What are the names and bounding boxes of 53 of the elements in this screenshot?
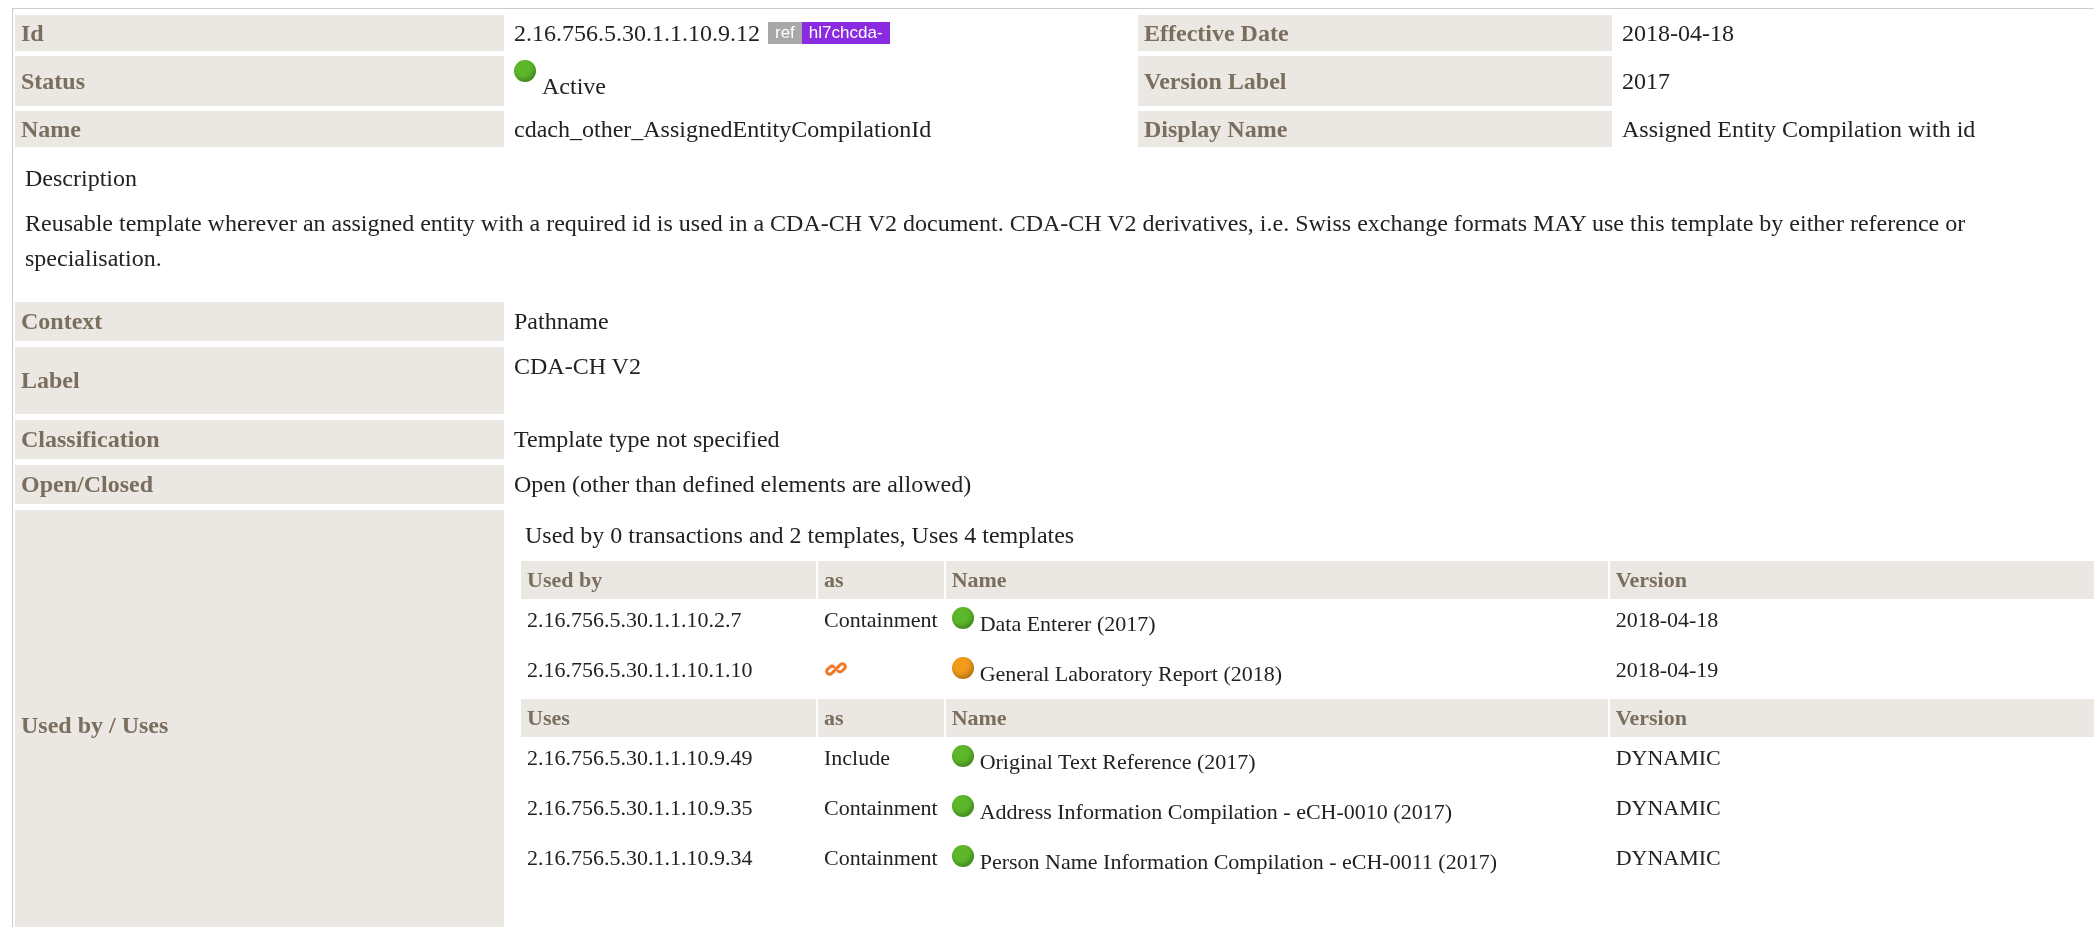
template-link[interactable]: Address Information Compilation - eCH-0010 (2017) (979, 798, 1452, 825)
field-value: Open (other than defined elements are allowed) (514, 470, 972, 497)
version-date: 2018-04-18 (1615, 606, 1719, 632)
version-date: DYNAMIC (1615, 794, 1721, 820)
column-header: as (818, 698, 944, 737)
template-id: 2.16.756.5.30.1.1.10.2.7 (527, 606, 742, 632)
template-id: 2.16.756.5.30.1.1.10.9.34 (527, 844, 753, 870)
template-link[interactable]: General Laboratory Report (2018) (979, 660, 1283, 687)
prefix-tag: hl7chcda- (801, 22, 890, 44)
field-label: Display Name (1138, 111, 1612, 147)
template-id: 2.16.756.5.30.1.1.10.1.10 (527, 656, 753, 682)
column-header: Uses (521, 698, 816, 737)
field-label: Classification (15, 419, 504, 459)
field-value: Pathname (514, 307, 609, 334)
column-header: Version (1609, 698, 2094, 737)
template-link[interactable]: Person Name Information Compilation - eCH-0011 (2017) (979, 848, 1497, 875)
field-value: Template type not specified (514, 425, 780, 452)
version-date: 2018-04-19 (1615, 656, 1719, 682)
field-value: CDA-CH V2 (514, 352, 641, 379)
ref-tag: ref (768, 22, 802, 44)
relation-type: Containment (824, 794, 938, 820)
field-label: Id (15, 15, 504, 51)
field-label: Context (15, 301, 504, 341)
description-title: Description (25, 165, 138, 192)
field-label: Open/Closed (15, 464, 504, 504)
field-label: Used by / Uses (15, 509, 504, 927)
field-value: cdach_other_AssignedEntityCompilationId (514, 115, 932, 143)
field-value: 2.16.756.5.30.1.1.10.9.12 (514, 19, 760, 47)
field-label: Version Label (1138, 56, 1612, 106)
field-value: 2017 (1622, 67, 1670, 95)
field-value: 2018-04-18 (1622, 19, 1734, 47)
column-header: Name (945, 698, 1608, 737)
template-link[interactable]: Original Text Reference (2017) (979, 748, 1256, 775)
template-id: 2.16.756.5.30.1.1.10.9.49 (527, 744, 753, 770)
version-date: DYNAMIC (1615, 844, 1721, 870)
template-id: 2.16.756.5.30.1.1.10.9.35 (527, 794, 753, 820)
column-header: Name (945, 560, 1608, 599)
field-value: Assigned Entity Compilation with id (1622, 115, 1976, 143)
column-header: as (818, 560, 944, 599)
field-label: Name (15, 111, 504, 147)
relation-type: Include (824, 744, 890, 770)
usage-summary: Used by 0 transactions and 2 templates, Uses 4 templates (524, 521, 1076, 549)
column-header: Used by (521, 560, 816, 599)
field-label: Effective Date (1138, 15, 1612, 51)
column-header: Version (1609, 560, 2094, 599)
status-text: Active (542, 72, 606, 100)
template-link[interactable]: Data Enterer (2017) (979, 610, 1156, 637)
description-text: Reusable template wherever an assigned entity with a required id is used in a CDA-CH V2 document. CDA-CH V2 derivatives, i.e. Swiss exchange formats MAY use this template by either reference or specialisation. (25, 209, 1967, 273)
field-label: Status (15, 56, 504, 106)
field-label: Label (15, 346, 504, 414)
relation-type: Containment (824, 844, 938, 870)
version-date: DYNAMIC (1615, 744, 1721, 770)
relation-type: Containment (824, 606, 938, 632)
